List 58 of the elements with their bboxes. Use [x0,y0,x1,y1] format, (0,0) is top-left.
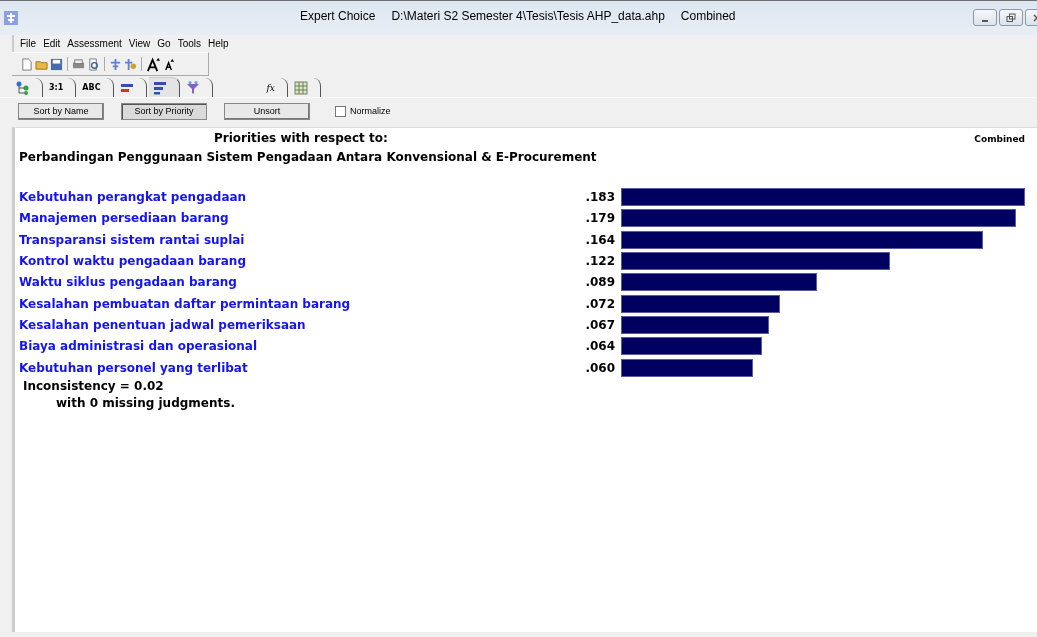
grid-icon [293,80,308,95]
priority-value: .122 [584,254,615,269]
criterion-name: Kesalahan penentuan jadwal pemeriksaan [19,317,307,332]
save-icon[interactable] [50,57,63,71]
new-file-icon[interactable] [20,57,33,71]
mode-label: Combined [680,9,736,23]
font-decrease-icon[interactable] [163,57,176,71]
priority-value: .179 [584,211,615,226]
bar-chart-icon [152,80,167,95]
font-increase-icon[interactable] [146,56,161,72]
menu-item[interactable]: File [20,38,37,49]
priority-value: .089 [584,275,615,290]
menu-item[interactable]: Tools [177,38,202,49]
priority-value: .183 [584,190,615,205]
window-title: Expert Choice [300,9,376,23]
tree-icon [16,80,30,95]
priority-value: .060 [584,360,615,375]
restore-icon [1006,12,1016,23]
minimize-button[interactable] [973,9,997,26]
criterion-name: Biaya administrasi dan operasional [19,339,259,354]
app-icon [4,11,18,25]
priority-value: .072 [584,296,615,311]
missing-judgments-text: with 0 missing judgments. [56,395,236,410]
sort-button[interactable]: Sort by Priority [121,102,207,120]
print-preview-icon[interactable] [87,57,100,71]
menu-item[interactable]: View [128,38,151,49]
priority-value: .164 [584,232,615,247]
menu-item[interactable]: Go [157,38,171,49]
minimize-icon [982,19,988,22]
restore-button[interactable] [999,9,1023,26]
file-path: D:\Materi S2 Semester 4\Tesis\Tesis AHP_data.ahp [391,9,665,23]
mode-label: Combined [974,134,1025,144]
inconsistency-text: Inconsistency = 0.02 [23,378,165,393]
view-tab[interactable]: ABC [78,78,114,97]
print-icon[interactable] [72,57,85,71]
criterion-name: Kontrol waktu pengadaan barang [19,254,247,269]
priority-value: .064 [584,339,615,354]
view-tab[interactable]: fx [262,78,288,97]
criterion-name: Waktu siklus pengadaan barang [19,275,238,290]
view-tab[interactable]: 3:1 [45,78,77,97]
sort-button[interactable]: Sort by Name [18,102,104,120]
menu-item[interactable]: Edit [43,38,61,49]
criterion-name: Kebutuhan personel yang terlibat [19,360,249,375]
criterion-name: Kebutuhan perangkat pengadaan [19,190,248,205]
tree-person-icon[interactable] [124,57,137,71]
menu-item[interactable]: Help [208,38,229,49]
criterion-name: Manajemen persediaan barang [19,211,230,226]
checkbox-label: Normalize [350,106,391,116]
normalize-checkbox[interactable] [335,105,346,117]
criterion-name: Kesalahan pembuatan daftar permintaan barang [19,296,352,311]
report-heading: Priorities with respect to: [214,131,388,145]
tree-icon[interactable] [109,57,122,71]
funnel-icon [185,80,200,95]
goal-title: Perbandingan Penggunaan Sistem Pengadaan Antara Konvensional & E-Procurement [19,150,598,164]
menu-item[interactable]: Assessment [67,38,122,49]
sort-button[interactable]: Unsort [224,102,310,120]
criterion-name: Transparansi sistem rantai suplai [19,232,246,247]
priority-value: .067 [584,317,615,332]
